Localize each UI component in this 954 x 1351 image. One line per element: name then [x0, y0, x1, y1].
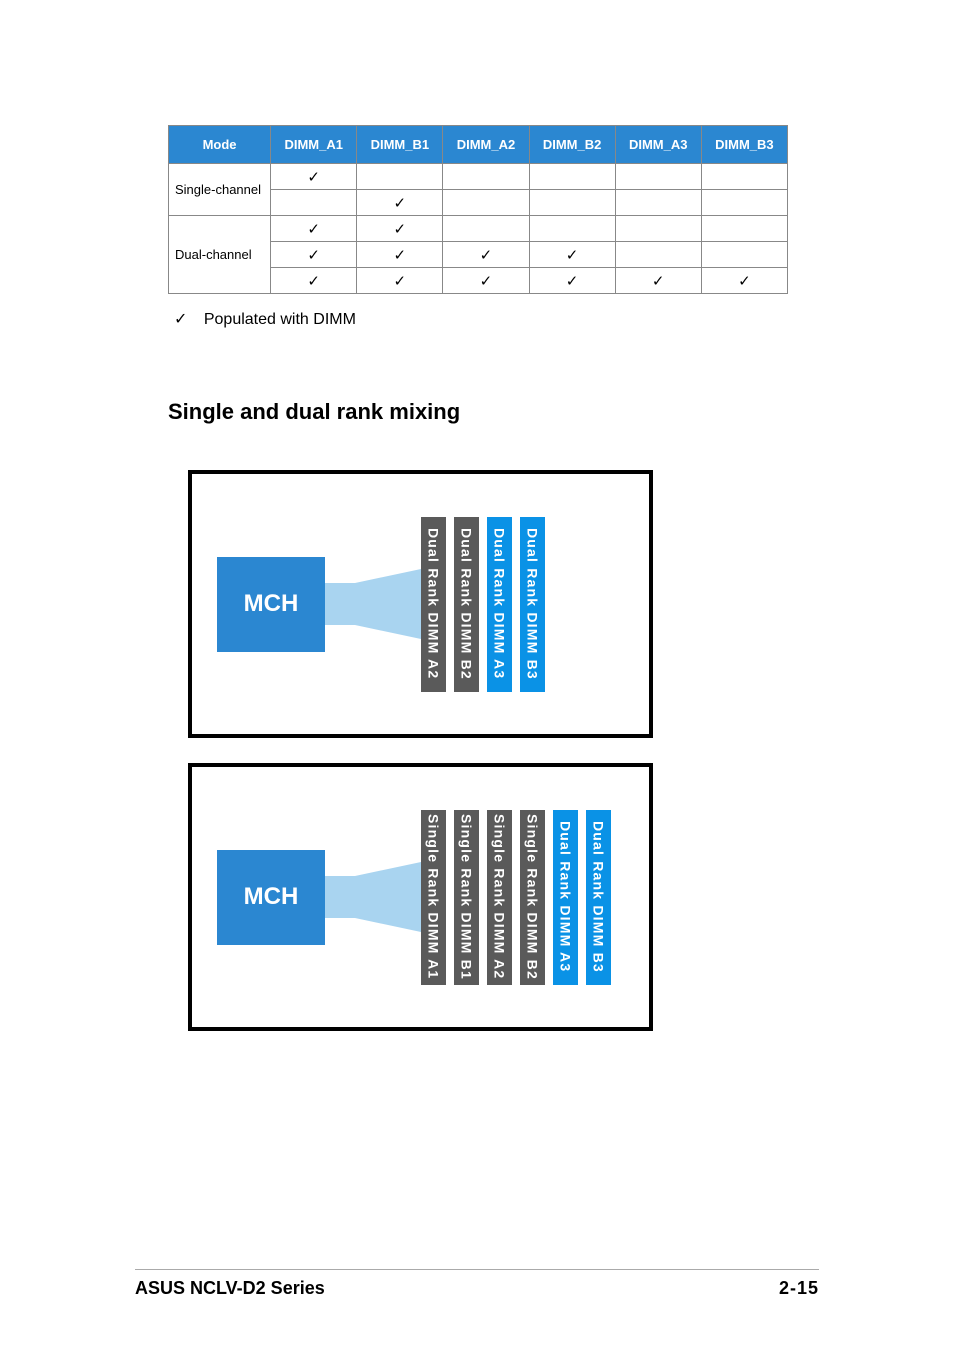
th-b1: DIMM_B1	[357, 126, 443, 164]
slot-group: Single Rank DIMM A1 Single Rank DIMM B1 Si…	[421, 810, 611, 985]
th-b2: DIMM_B2	[529, 126, 615, 164]
table-cell	[529, 190, 615, 216]
legend: ✓ Populated with DIMM	[168, 309, 819, 329]
table-cell: ✓	[443, 268, 529, 294]
dimm-slot: Dual Rank DIMM B3	[520, 517, 545, 692]
table-cell: ✓	[357, 216, 443, 242]
th-a2: DIMM_A2	[443, 126, 529, 164]
table-cell	[357, 164, 443, 190]
dimm-slot: Dual Rank DIMM A2	[421, 517, 446, 692]
table-cell: ✓	[443, 242, 529, 268]
section-title: Single and dual rank mixing	[168, 399, 819, 425]
table-row: Single-channel✓	[169, 164, 788, 190]
mch-block: MCH	[217, 557, 325, 652]
slot-group: Dual Rank DIMM A2 Dual Rank DIMM B2 Dual R…	[421, 517, 545, 692]
footer-right: 2-15	[779, 1278, 819, 1299]
table-cell: ✓	[357, 242, 443, 268]
table-cell	[701, 190, 787, 216]
bus-connector	[325, 569, 421, 639]
check-icon: ✓	[174, 311, 187, 328]
table-cell	[443, 216, 529, 242]
dimm-slot: Dual Rank DIMM A3	[487, 517, 512, 692]
dimm-slot: Single Rank DIMM A1	[421, 810, 446, 985]
table-cell	[443, 190, 529, 216]
table-cell	[529, 216, 615, 242]
table-cell: ✓	[271, 268, 357, 294]
th-mode: Mode	[169, 126, 271, 164]
mode-cell: Dual-channel	[169, 216, 271, 294]
dimm-slot: Dual Rank DIMM A3	[553, 810, 578, 985]
table-cell: ✓	[271, 164, 357, 190]
table-cell	[701, 216, 787, 242]
table-cell: ✓	[529, 268, 615, 294]
table-cell	[615, 242, 701, 268]
dimm-slot: Single Rank DIMM A2	[487, 810, 512, 985]
th-a1: DIMM_A1	[271, 126, 357, 164]
mode-cell: Single-channel	[169, 164, 271, 216]
th-b3: DIMM_B3	[701, 126, 787, 164]
table-cell	[701, 164, 787, 190]
bus-connector	[325, 862, 421, 932]
dimm-slot: Single Rank DIMM B2	[520, 810, 545, 985]
diagram: MCHDual Rank DIMM A2Dual Rank DIMM B2Dua…	[188, 470, 653, 738]
table-cell	[615, 216, 701, 242]
table-cell: ✓	[357, 190, 443, 216]
th-a3: DIMM_A3	[615, 126, 701, 164]
page-footer: ASUS NCLV-D2 Series 2-15	[135, 1269, 819, 1299]
footer-left: ASUS NCLV-D2 Series	[135, 1278, 325, 1299]
table-cell	[701, 242, 787, 268]
table-cell: ✓	[357, 268, 443, 294]
config-table: Mode DIMM_A1 DIMM_B1 DIMM_A2 DIMM_B2 DIM…	[168, 125, 788, 294]
mch-block: MCH	[217, 850, 325, 945]
dimm-slot: Dual Rank DIMM B3	[586, 810, 611, 985]
table-header-row: Mode DIMM_A1 DIMM_B1 DIMM_A2 DIMM_B2 DIM…	[169, 126, 788, 164]
table-cell: ✓	[271, 242, 357, 268]
table-cell	[271, 190, 357, 216]
dimm-slot: Dual Rank DIMM B2	[454, 517, 479, 692]
legend-text: Populated with DIMM	[204, 311, 356, 328]
table-cell: ✓	[271, 216, 357, 242]
table-cell	[615, 190, 701, 216]
table-cell: ✓	[701, 268, 787, 294]
table-cell	[529, 164, 615, 190]
table-cell	[443, 164, 529, 190]
table-cell	[615, 164, 701, 190]
table-row: Dual-channel✓✓	[169, 216, 788, 242]
diagram: MCH Single Rank DIMM A1 Single Rank DIMM B…	[188, 763, 653, 1031]
table-cell: ✓	[529, 242, 615, 268]
table-cell: ✓	[615, 268, 701, 294]
dimm-slot: Single Rank DIMM B1	[454, 810, 479, 985]
